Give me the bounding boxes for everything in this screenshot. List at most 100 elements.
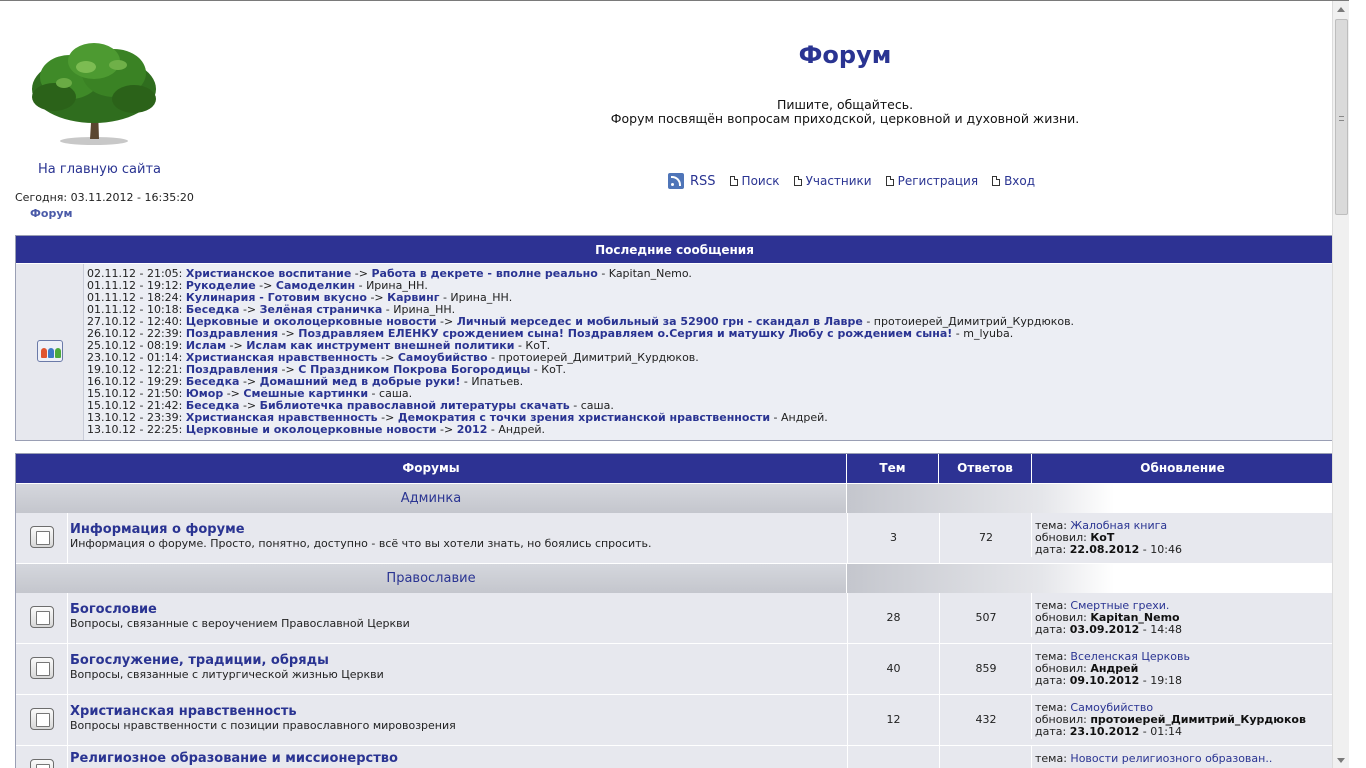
nav-search-label[interactable]: Поиск [742,174,780,188]
forum-icon-cell [16,695,68,745]
forum-folder-icon [30,657,54,679]
scroll-up-arrow-icon[interactable] [1337,7,1345,12]
forum-description: Вопросы нравственности с позиции правосл… [70,719,456,732]
last-update-time: - 10:46 [1139,543,1182,556]
vertical-scrollbar[interactable] [1332,1,1349,768]
forum-row: Информация о форуме Информация о форуме. … [16,513,1333,564]
nav-register[interactable]: Регистрация [885,174,978,188]
forum-folder-icon [30,708,54,730]
top-navigation: RSS Поиск Участники Регистрация Вход [668,173,1049,189]
forum-icon-cell [16,593,68,643]
forum-title-link[interactable]: Религиозное образование и миссионерство [70,752,846,766]
forum-description: Вопросы, связанные с литургической жизнь… [70,668,384,681]
last-update-date-label: дата: [1035,543,1067,556]
col-header-forums: Форумы [16,454,847,483]
nav-search[interactable]: Поиск [729,174,780,188]
nav-login[interactable]: Вход [992,174,1035,188]
last-update-date: 03.09.2012 [1069,623,1140,636]
nav-login-label[interactable]: Вход [1004,174,1035,188]
forum-row: Христианская нравственность Вопросы нравс… [16,695,1333,746]
page-icon [793,176,802,186]
recent-message-item: 13.10.12 - 22:25: Церковные и околоцерко… [87,423,546,436]
recent-message-date: 13.10.12 - 22:25: [87,423,183,436]
forums-table: Форумы Тем Ответов Обновление Админка Инф… [15,453,1334,768]
col-header-topics: Тем [847,454,939,483]
forum-title-link[interactable]: Информация о форуме [70,523,846,537]
grip-icon [1339,116,1344,121]
forum-description: Вопросы, связанные с вероучением Правосл… [70,617,410,630]
breadcrumb-forum[interactable]: Форум [30,207,73,220]
forum-topics-count: 12 [847,695,939,745]
forum-category: Православие [16,564,1333,593]
category-title[interactable]: Православие [16,564,847,593]
current-datetime: Сегодня: 03.11.2012 - 16:35:20 [15,191,194,204]
tagline-line-1: Пишите, общайтесь. [776,97,914,112]
rss-link[interactable]: RSS [690,174,716,189]
recent-message-author: Ипатьев. [471,375,524,388]
forum-replies-count: 72 [939,513,1032,563]
recent-icon-cell [16,264,84,440]
forum-replies-count: 432 [939,695,1032,745]
forum-info: Информация о форуме Информация о форуме. … [70,523,846,551]
forum-replies-count: 507 [939,593,1032,643]
home-link[interactable]: На главную сайта [38,162,161,177]
recent-messages-header: Последние сообщения [16,236,1333,264]
scrollbar-thumb[interactable] [1335,19,1348,215]
nav-members-label[interactable]: Участники [806,174,872,188]
forum-title-link[interactable]: Богословие [70,603,846,617]
recent-message-topic-link[interactable]: 2012 [457,423,488,436]
forum-folder-icon [30,606,54,628]
forum-info: Богослужение, традиции, обряды Вопросы, с… [70,654,846,682]
forum-info: Христианская нравственность Вопросы нравс… [70,705,846,733]
nav-register-label[interactable]: Регистрация [898,174,978,188]
last-update-date-line: дата: 22.08.2012 - 10:46 [1035,544,1331,556]
last-update-date: 09.10.2012 [1069,674,1140,687]
nav-members[interactable]: Участники [793,174,872,188]
forum-title-link[interactable]: Христианская нравственность [70,705,846,719]
forum-last-update: тема: Жалобная книга обновил: КоТ дата: 22… [1031,513,1331,557]
forum-row: Богословие Вопросы, связанные с вероучени… [16,593,1333,644]
recent-messages-panel: Последние сообщения 02.11.12 - 21:05: Хр… [15,235,1334,441]
tagline-line-2: Форум посвящён вопросам приходской, церк… [610,111,1080,126]
category-title[interactable]: Админка [16,484,847,513]
recent-message-author: Андрей. [498,423,546,436]
last-update-date-label: дата: [1035,674,1067,687]
last-update-topic-link[interactable]: Новости религиозного образован.. [1070,752,1272,765]
forum-folder-icon [30,759,54,768]
site-tagline: Пишите, общайтесь. Форум посвящён вопрос… [545,98,1145,126]
forum-folder-icon [30,526,54,548]
scroll-down-arrow-icon[interactable] [1337,758,1345,763]
page: На главную сайта Сегодня: 03.11.2012 - 1… [0,0,1349,768]
col-header-replies: Ответов [939,454,1032,483]
last-update-time: - 19:18 [1139,674,1182,687]
category-spacer [847,484,1333,513]
col-header-update: Обновление [1032,454,1333,483]
last-update-time: - 01:14 [1139,725,1182,738]
forum-last-update: тема: Вселенская Церковь обновил: Андрей д… [1031,644,1331,688]
forum-replies-count: 859 [939,644,1032,694]
forum-info: Религиозное образование и миссионерство [70,752,846,766]
last-update-date-label: дата: [1035,725,1067,738]
last-update-date-line: дата: 09.10.2012 - 19:18 [1035,675,1331,687]
category-spacer [847,564,1333,593]
forum-icon-cell [16,644,68,694]
forum-replies-count [939,746,1032,768]
last-update-date: 22.08.2012 [1069,543,1140,556]
page-title: Форум [798,41,892,69]
tree-logo[interactable] [24,37,164,147]
last-update-time: - 14:48 [1139,623,1182,636]
recent-message-forum-link[interactable]: Церковные и околоцерковные новости [186,423,437,436]
last-update-date-label: дата: [1035,623,1067,636]
forum-last-update: тема: Самоубийство обновил: протоиерей_Ди… [1031,695,1331,739]
forum-topics-count [847,746,939,768]
forum-title-link[interactable]: Богослужение, традиции, обряды [70,654,846,668]
page-icon [729,176,738,186]
last-update-date-line: дата: 23.10.2012 - 01:14 [1035,726,1331,738]
forum-row: Религиозное образование и миссионерство т… [16,746,1333,768]
rss-icon[interactable] [668,173,684,189]
forum-icon-cell [16,746,68,768]
forum-last-update: тема: Новости религиозного образован.. [1031,746,1331,768]
page-icon [885,176,894,186]
recent-message-author: КоТ. [541,363,567,376]
last-update-date-line: дата: 03.09.2012 - 14:48 [1035,624,1331,636]
